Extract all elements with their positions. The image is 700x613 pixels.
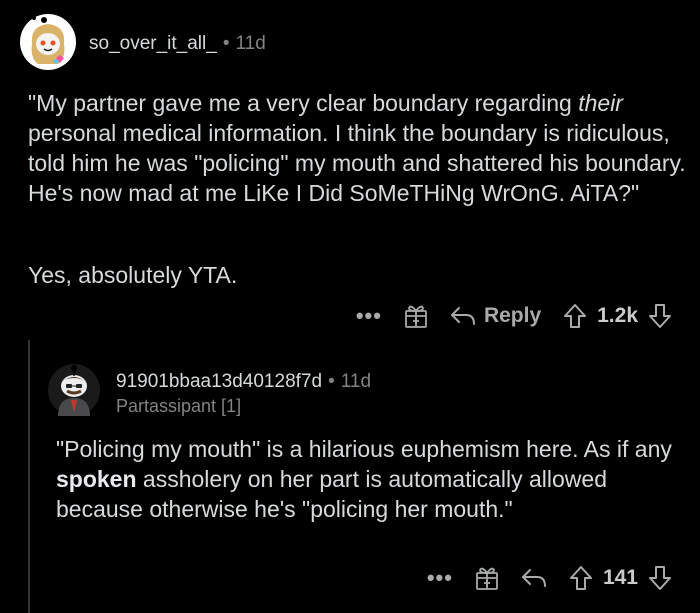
comment-actions: ••• Reply 1.2k (356, 299, 672, 333)
username[interactable]: so_over_it_all_ (89, 33, 217, 54)
separator: • (222, 33, 230, 54)
body-text-b: personal medical information. I think th… (28, 120, 686, 206)
reply-label: Reply (483, 304, 542, 327)
vote-count: 1.2k (597, 304, 638, 327)
user-flair: Partassipant [1] (116, 396, 242, 416)
vote-group: 141 (569, 565, 672, 591)
vote-group: 1.2k (563, 303, 672, 329)
comment-body: "Policing my mouth" is a hilarious euphe… (56, 434, 686, 524)
comment-meta: so_over_it_all_ • 11d (89, 32, 266, 56)
more-options-button[interactable]: ••• (427, 565, 453, 591)
body-text-a: "My partner gave me a very clear boundar… (28, 90, 579, 116)
reply-arrow-icon (521, 569, 546, 587)
downvote-arrow-icon[interactable] (648, 565, 672, 591)
reply-arrow-icon (450, 307, 475, 325)
upvote-arrow-icon[interactable] (569, 565, 593, 591)
upvote-arrow-icon[interactable] (563, 303, 587, 329)
more-options-button[interactable]: ••• (356, 303, 382, 329)
timestamp: 11d (340, 371, 372, 392)
comment-meta: 91901bbaa13d40128f7d • 11d (116, 370, 371, 394)
vote-count: 141 (602, 566, 638, 589)
comment-actions: ••• 141 (427, 561, 672, 595)
comment-body: "My partner gave me a very clear boundar… (28, 88, 688, 208)
body-text-b: assholery on her part is automatically a… (56, 466, 607, 522)
award-button[interactable] (475, 565, 499, 591)
separator: • (328, 371, 335, 392)
timestamp: 11d (235, 33, 266, 54)
award-button[interactable] (404, 303, 428, 329)
body-text-emphasis: their (578, 90, 623, 116)
reply-button[interactable] (521, 567, 547, 589)
gift-icon (405, 305, 427, 328)
thread-line[interactable] (28, 340, 30, 613)
body-text-a: "Policing my mouth" is a hilarious euphe… (56, 436, 672, 462)
gift-icon (476, 567, 498, 590)
body-text-bold: spoken (56, 466, 137, 492)
reply-button[interactable]: Reply (450, 304, 541, 328)
snoo-avatar-suit-icon[interactable] (48, 364, 100, 416)
comment-body-verdict: Yes, absolutely YTA. (28, 262, 238, 288)
snoo-avatar-blonde-icon[interactable] (20, 14, 76, 70)
downvote-arrow-icon[interactable] (648, 303, 672, 329)
username[interactable]: 91901bbaa13d40128f7d (116, 371, 322, 392)
